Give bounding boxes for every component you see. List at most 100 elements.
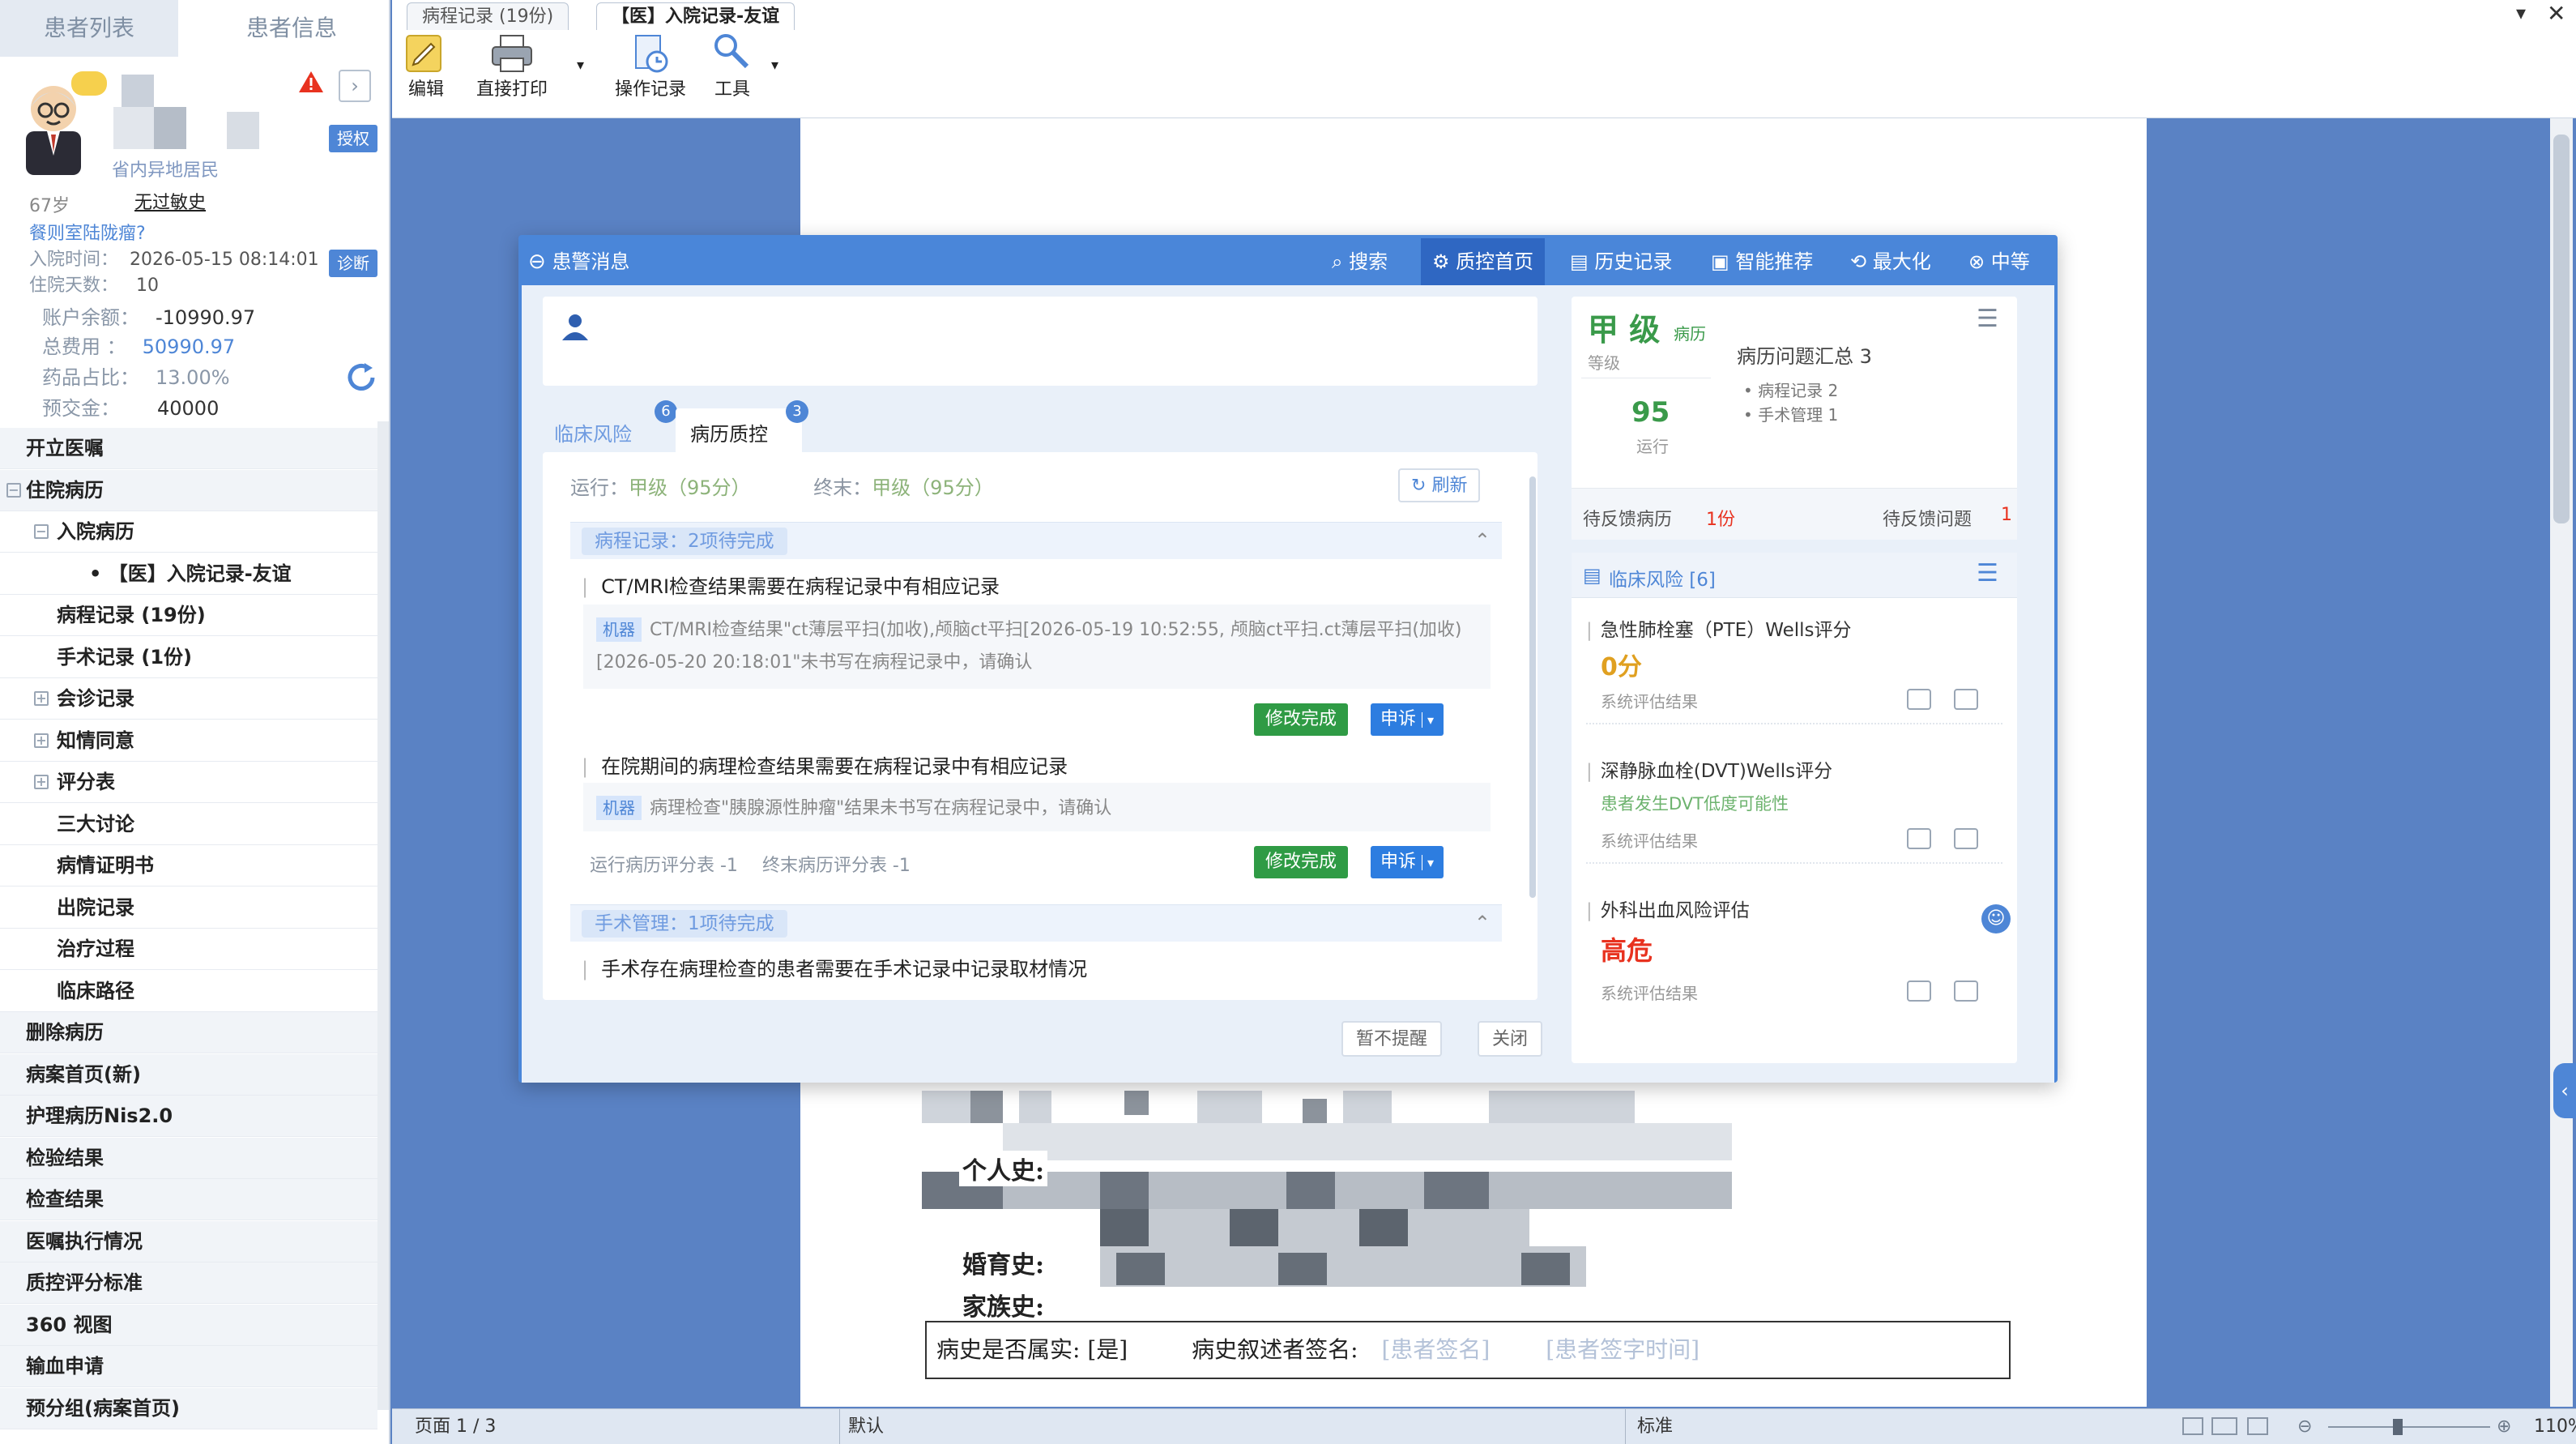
expand-icon[interactable]: +	[34, 775, 49, 789]
collapse-tree-icon[interactable]: −	[6, 482, 21, 498]
book-view-icon[interactable]	[2247, 1417, 2268, 1435]
pending-issues-value[interactable]: 1	[2001, 505, 2012, 525]
nav-item[interactable]: − 住院病历	[0, 469, 377, 511]
tab-progress-notes[interactable]: 病程记录 (19份)	[407, 2, 569, 30]
nav-item[interactable]: 开立医嘱	[0, 428, 377, 469]
qc-home-button[interactable]: ⚙ 质控首页	[1421, 238, 1546, 285]
collapse-tree-icon[interactable]: −	[34, 524, 49, 539]
direct-print-button[interactable]: 直接打印	[468, 32, 556, 100]
appeal-button[interactable]: 申诉 ▾	[1371, 846, 1444, 878]
nav-item[interactable]: 检查结果	[0, 1179, 377, 1220]
fix-done-button[interactable]: 修改完成	[1254, 703, 1349, 736]
zoom-out-icon[interactable]: ⊖	[2297, 1409, 2312, 1444]
maximize-label: 最大化	[1872, 250, 1931, 273]
nav-item[interactable]: + 会诊记录	[0, 678, 377, 720]
diagnosis-link[interactable]: 餐则室陆陇瘤?	[29, 219, 146, 245]
nav-item[interactable]: 护理病历Nis2.0	[0, 1096, 377, 1137]
nav-item[interactable]: 三大讨论	[0, 803, 377, 845]
comment-icon[interactable]	[1907, 980, 1931, 1002]
allergy-history[interactable]: 无过敏史	[134, 188, 206, 214]
nav-item[interactable]: 治疗过程	[0, 929, 377, 970]
single-page-view-icon[interactable]	[2182, 1417, 2203, 1435]
export-icon[interactable]	[1954, 980, 1978, 1002]
minimize-button[interactable]: ⊗ 中等	[1968, 238, 2030, 285]
signature-box[interactable]: 病史是否属实: [是] 病史叙述者签名: [患者签名] [患者签字时间]	[925, 1321, 2011, 1379]
signature-time-field[interactable]: [患者签字时间]	[1546, 1336, 1700, 1363]
document-scrollbar[interactable]	[2550, 118, 2573, 1407]
no-remind-button[interactable]: 暂不提醒	[1341, 1021, 1443, 1057]
nav-item[interactable]: 手术记录 (1份)	[0, 636, 377, 678]
nav-item[interactable]: • 【医】入院记录-友谊	[0, 553, 377, 595]
tab-record-qc[interactable]: 病历质控	[690, 418, 768, 446]
tab-clinical-risk[interactable]: 临床风险	[554, 418, 632, 446]
edit-label: 编辑	[407, 79, 444, 100]
nav-item[interactable]: 临床路径	[0, 970, 377, 1012]
tab-admission-record[interactable]: 【医】入院记录-友谊	[596, 2, 795, 30]
tab-patient-info[interactable]: 患者信息	[194, 0, 389, 57]
nav-item[interactable]: 360 视图	[0, 1304, 377, 1346]
panel-scrollbar[interactable]	[1529, 476, 1536, 898]
tools-button[interactable]: 工具	[710, 32, 755, 100]
collapse-icon[interactable]: ⌃	[1474, 912, 1491, 934]
edit-button[interactable]: 编辑	[403, 32, 449, 100]
maximize-button[interactable]: ⟲ 最大化	[1850, 238, 1931, 285]
export-icon[interactable]	[1954, 689, 1978, 710]
dropdown-arrow-icon[interactable]: ▾	[771, 57, 778, 74]
sidebar-scrollbar[interactable]	[377, 421, 389, 1410]
nav-item[interactable]: 医嘱执行情况	[0, 1220, 377, 1262]
appeal-button[interactable]: 申诉 ▾	[1371, 703, 1444, 736]
nav-item[interactable]: 质控评分标准	[0, 1262, 377, 1304]
list-icon[interactable]: ☰	[1977, 559, 1998, 587]
two-page-view-icon[interactable]	[2211, 1417, 2237, 1435]
zoom-slider-thumb[interactable]	[2393, 1419, 2403, 1435]
nav-item[interactable]: 病案首页(新)	[0, 1053, 377, 1096]
warning-icon[interactable]	[298, 70, 324, 94]
dropdown-arrow-icon[interactable]: ▾	[1422, 712, 1435, 728]
nav-item[interactable]: 预分组(病案首页)	[0, 1387, 377, 1429]
comment-icon[interactable]	[1907, 689, 1931, 710]
nav-item[interactable]: − 入院病历	[0, 511, 377, 553]
expand-icon[interactable]: +	[34, 691, 49, 706]
pending-records-value[interactable]: 1份	[1706, 505, 1735, 531]
operation-log-button[interactable]: 操作记录	[608, 32, 693, 100]
tab-patient-list[interactable]: 患者列表	[0, 0, 178, 57]
refresh-button[interactable]: ↻ 刷新	[1398, 468, 1481, 502]
diagnosis-button[interactable]: 诊断	[329, 250, 377, 277]
nav-item[interactable]: 输血申请	[0, 1346, 377, 1387]
zoom-slider[interactable]	[2328, 1426, 2490, 1428]
nav-item[interactable]: + 知情同意	[0, 720, 377, 762]
expand-icon[interactable]: +	[34, 733, 49, 748]
close-button[interactable]: 关闭	[1478, 1021, 1543, 1057]
history-button[interactable]: ▤ 历史记录	[1570, 238, 1672, 285]
fix-done-button[interactable]: 修改完成	[1254, 846, 1349, 878]
search-button[interactable]: ⌕ 搜索	[1332, 238, 1388, 285]
nav-item[interactable]: 出院记录	[0, 886, 377, 929]
nav-item[interactable]: 删除病历	[0, 1012, 377, 1053]
signature-field[interactable]: [患者签名]	[1381, 1336, 1490, 1363]
section-progress-notes[interactable]: 病程记录：2项待完成 ⌃	[570, 522, 1502, 559]
collapse-icon[interactable]: ⌃	[1474, 529, 1491, 552]
nav-item[interactable]: + 评分表	[0, 762, 377, 803]
assistant-icon[interactable]: ☺	[1981, 904, 2011, 933]
dropdown-arrow-icon[interactable]: ▾	[1422, 855, 1435, 870]
nav-item[interactable]: 检验结果	[0, 1137, 377, 1179]
pin-icon[interactable]: ▾	[2516, 2, 2526, 24]
nav-item[interactable]: 病程记录 (19份)	[0, 595, 377, 636]
total-value: 50990.97	[142, 335, 236, 358]
scroll-thumb[interactable]	[2553, 135, 2570, 523]
close-icon[interactable]: ✕	[2547, 0, 2565, 27]
expand-arrow-icon[interactable]: ›	[339, 70, 371, 102]
export-icon[interactable]	[1954, 828, 1978, 849]
zoom-in-icon[interactable]: ⊕	[2497, 1409, 2511, 1444]
mosaic-block	[154, 107, 186, 149]
score-box: 95 运行	[1581, 378, 1711, 467]
dropdown-arrow-icon[interactable]: ▾	[577, 57, 584, 74]
side-collapse-icon[interactable]: ‹	[2553, 1063, 2576, 1118]
recommend-button[interactable]: ▣ 智能推荐	[1711, 238, 1813, 285]
refresh-icon[interactable]	[343, 360, 379, 395]
authorize-button[interactable]: 授权	[329, 125, 377, 152]
list-icon[interactable]: ☰	[1977, 305, 1998, 333]
section-surgery[interactable]: 手术管理：1项待完成 ⌃	[570, 904, 1502, 942]
comment-icon[interactable]	[1907, 828, 1931, 849]
nav-item[interactable]: 病情证明书	[0, 845, 377, 886]
